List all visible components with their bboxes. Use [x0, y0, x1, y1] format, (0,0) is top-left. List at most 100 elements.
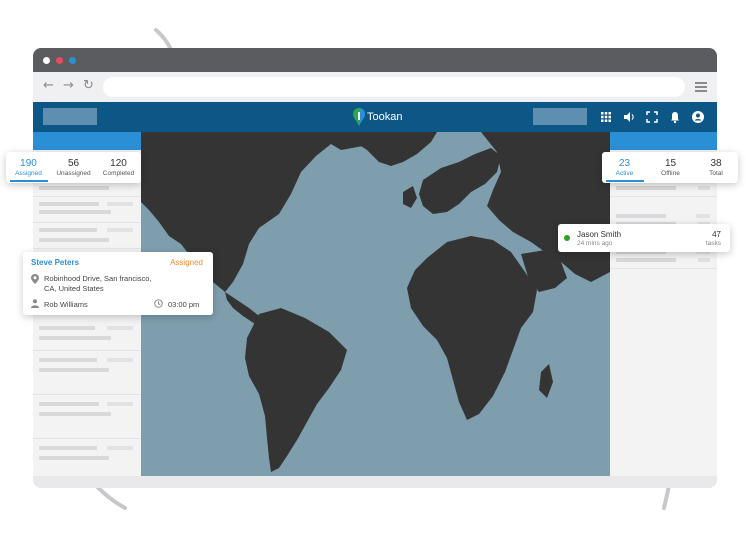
- skeleton-row: [616, 214, 666, 218]
- agent-tasks-count: 47: [712, 230, 721, 239]
- app-header: Tookan: [33, 102, 717, 132]
- assigned-label: Assigned: [15, 170, 42, 177]
- left-panel-strip: [33, 132, 141, 150]
- speaker-icon[interactable]: [622, 110, 636, 124]
- tab-total[interactable]: 38 Total: [694, 158, 738, 177]
- skeleton-row: [107, 326, 133, 330]
- greenland-landmass: [345, 132, 437, 166]
- tab-unassigned[interactable]: 56 Unassigned: [51, 158, 96, 177]
- skeleton-row: [39, 228, 97, 232]
- list-divider: [33, 196, 141, 197]
- agent-tasks-label: tasks: [705, 240, 721, 247]
- skeleton-row: [698, 186, 710, 190]
- total-count: 38: [710, 158, 722, 169]
- agent-last-seen: 24 mins ago: [577, 240, 613, 247]
- active-label: Active: [615, 170, 634, 177]
- agent-card[interactable]: Jason Smith 24 mins ago 47 tasks: [558, 224, 730, 252]
- skeleton-row: [696, 214, 710, 218]
- back-arrow-icon[interactable]: ←: [43, 78, 54, 93]
- skeleton-row: [39, 412, 111, 416]
- skeleton-row: [107, 202, 133, 206]
- skeleton-row: [39, 210, 111, 214]
- close-dot-icon[interactable]: [43, 57, 50, 64]
- online-status-dot: [564, 235, 570, 241]
- offline-count: 15: [664, 158, 677, 169]
- unassigned-label: Unassigned: [56, 170, 91, 177]
- hamburger-menu-icon[interactable]: [695, 82, 707, 92]
- task-agent-name: Rob Williams: [44, 300, 88, 309]
- skeleton-row: [39, 446, 97, 450]
- brand-name: Tookan: [367, 111, 403, 123]
- task-time: 03:00 pm: [168, 300, 200, 309]
- task-address-line2: CA, United States: [44, 284, 104, 293]
- skeleton-row: [39, 336, 111, 340]
- list-divider: [33, 222, 141, 223]
- skeleton-row: [39, 368, 109, 372]
- tab-assigned[interactable]: 190 Assigned: [6, 158, 51, 177]
- active-tab-indicator: [10, 180, 48, 182]
- tookan-logo-icon: [353, 108, 365, 126]
- skeleton-row: [39, 358, 97, 362]
- madagascar-landmass: [539, 364, 553, 398]
- agent-list-panel: [610, 150, 717, 476]
- right-panel-strip: [610, 132, 717, 150]
- header-placeholder-left: [43, 108, 97, 125]
- tab-offline[interactable]: 15 Offline: [648, 158, 693, 177]
- skeleton-row: [39, 402, 99, 406]
- grid-icon[interactable]: [599, 110, 613, 124]
- task-status-badge: Assigned: [170, 258, 203, 267]
- brand-logo[interactable]: Tookan: [353, 107, 402, 127]
- uk-landmass: [403, 186, 417, 208]
- location-pin-icon: [31, 274, 39, 284]
- person-icon: [31, 299, 39, 308]
- skeleton-row: [107, 446, 133, 450]
- skeleton-row: [107, 358, 133, 362]
- skeleton-row: [39, 238, 109, 242]
- skeleton-row: [616, 258, 676, 262]
- list-divider: [610, 268, 717, 269]
- agent-status-tabs: 23 Active 15 Offline 38 Total: [602, 152, 738, 183]
- list-divider: [33, 350, 141, 351]
- africa-landmass: [407, 236, 537, 420]
- skeleton-row: [698, 258, 710, 262]
- assigned-count: 190: [20, 158, 37, 169]
- offline-label: Offline: [661, 170, 680, 177]
- task-customer-name[interactable]: Steve Peters: [31, 258, 79, 267]
- skeleton-row: [39, 202, 99, 206]
- active-count: 23: [618, 158, 631, 169]
- skeleton-row: [107, 228, 133, 232]
- task-status-tabs: 190 Assigned 56 Unassigned 120 Completed: [6, 152, 141, 183]
- skeleton-row: [107, 402, 133, 406]
- skeleton-row: [616, 186, 676, 190]
- skeleton-row: [39, 186, 109, 190]
- task-card[interactable]: Steve Peters Assigned Robinhood Drive, S…: [23, 252, 213, 315]
- list-divider: [610, 196, 717, 197]
- header-placeholder-right: [533, 108, 587, 125]
- skeleton-row: [39, 456, 109, 460]
- tab-active[interactable]: 23 Active: [602, 158, 647, 177]
- active-tab-indicator: [606, 180, 644, 182]
- unassigned-count: 56: [67, 158, 80, 169]
- skeleton-row: [39, 326, 95, 330]
- list-divider: [33, 248, 141, 249]
- address-bar[interactable]: [103, 77, 685, 97]
- maximize-dot-icon[interactable]: [69, 57, 76, 64]
- minimize-dot-icon[interactable]: [56, 57, 63, 64]
- agent-name[interactable]: Jason Smith: [577, 230, 621, 239]
- completed-count: 120: [110, 158, 127, 169]
- south-america-landmass: [245, 308, 347, 472]
- reload-icon[interactable]: ↻: [83, 78, 94, 93]
- browser-toolbar: ← → ↻: [33, 72, 717, 102]
- list-divider: [33, 394, 141, 395]
- task-address-line1: Robinhood Drive, San francisco,: [44, 274, 152, 283]
- tab-completed[interactable]: 120 Completed: [96, 158, 141, 177]
- browser-titlebar: [33, 48, 717, 72]
- completed-label: Completed: [102, 170, 135, 177]
- forward-arrow-icon[interactable]: →: [63, 78, 74, 93]
- fullscreen-icon[interactable]: [645, 110, 659, 124]
- list-divider: [33, 438, 141, 439]
- bell-icon[interactable]: [668, 110, 682, 124]
- total-label: Total: [709, 170, 723, 177]
- clock-icon: [154, 299, 163, 308]
- user-account-icon[interactable]: [691, 110, 705, 124]
